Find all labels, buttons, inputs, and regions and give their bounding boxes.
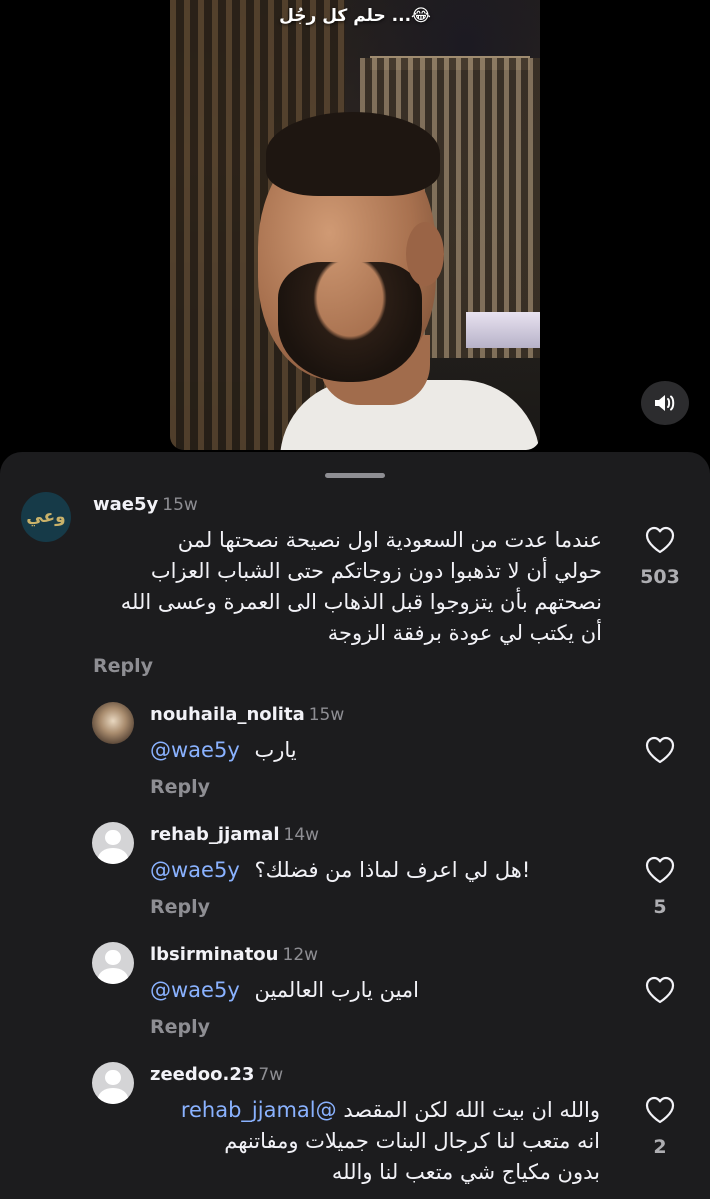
mention-link[interactable]: @wae5y — [150, 858, 240, 882]
username-text: lbsirminatou — [150, 944, 279, 965]
avatar-body-shape — [98, 848, 128, 864]
heart-icon — [645, 736, 675, 764]
like-button[interactable] — [640, 526, 680, 558]
video-caption: حلم كل رجُل ...😂 — [279, 6, 431, 26]
mention-link[interactable]: @rehab_jjamal — [181, 1098, 337, 1122]
reply-button[interactable]: Reply — [150, 896, 210, 918]
comment-reply-item: lbsirminatou 12w @wae5y امين يارب العالمي… — [0, 932, 710, 1052]
mention-link[interactable]: @wae5y — [150, 738, 240, 762]
person-hair — [266, 112, 440, 196]
comment-line: حولي أن لا تذهبوا دون زوجاتكم حتى الشباب… — [150, 559, 602, 583]
avatar-body-shape — [98, 1088, 128, 1104]
username-text: wae5y — [93, 494, 159, 515]
comment-reply-item: rehab_jjamal 14w @wae5y هل لي اعرف لماذا … — [0, 812, 710, 932]
like-button[interactable] — [640, 736, 680, 768]
comment-username[interactable]: wae5y 15w — [93, 494, 198, 515]
mute-button[interactable] — [641, 381, 689, 425]
comment-body: والله ان بيت الله لكن المقصد — [343, 1098, 600, 1122]
comment-username[interactable]: nouhaila_nolita 15w — [150, 704, 344, 725]
comment-body: يارب — [254, 738, 297, 762]
avatar-head-shape — [105, 949, 121, 965]
like-count: 5 — [653, 896, 667, 918]
comment-body: امين يارب العالمين — [254, 978, 419, 1002]
like-button[interactable] — [640, 976, 680, 1008]
lit-sign — [466, 312, 540, 348]
comment-line: انه متعب لنا كرجال البنات جميلات ومفاتنه… — [224, 1129, 600, 1153]
heart-icon — [645, 856, 675, 884]
avatar[interactable] — [92, 1062, 134, 1104]
comment-timestamp: 7w — [258, 1065, 284, 1085]
avatar[interactable] — [92, 942, 134, 984]
comment-item: وعي wae5y 15w عندما عدت من السعودية اول ن… — [0, 452, 710, 692]
person-beard — [278, 262, 422, 382]
mention-link[interactable]: @wae5y — [150, 978, 240, 1002]
reply-button[interactable]: Reply — [93, 655, 153, 677]
comments-sheet: وعي wae5y 15w عندما عدت من السعودية اول ن… — [0, 452, 710, 1199]
avatar-head-shape — [105, 1069, 121, 1085]
username-text: rehab_jjamal — [150, 824, 280, 845]
comment-line: بدون مكياج شي متعب لنا والله — [331, 1160, 600, 1184]
comment-text: @wae5y امين يارب العالمين — [150, 975, 419, 1006]
person-ear — [406, 222, 444, 286]
like-count: 503 — [640, 566, 680, 588]
like-count: 2 — [653, 1136, 667, 1158]
video-player[interactable]: حلم كل رجُل ...😂 — [170, 0, 540, 450]
comment-body: هل لي اعرف لماذا من فضلك؟! — [254, 858, 531, 882]
comment-reply-item: zeedoo.23 7w والله ان بيت الله لكن المقصد… — [0, 1052, 710, 1199]
avatar[interactable] — [92, 702, 134, 744]
comment-timestamp: 15w — [162, 495, 198, 515]
comment-reply-item: nouhaila_nolita 15w @wae5y يارب Reply — [0, 692, 710, 812]
comment-text: والله ان بيت الله لكن المقصد @rehab_jjam… — [150, 1095, 600, 1188]
like-button[interactable] — [640, 856, 680, 888]
username-text: zeedoo.23 — [150, 1064, 255, 1085]
comment-text: @wae5y هل لي اعرف لماذا من فضلك؟! — [150, 855, 530, 886]
avatar-body-shape — [98, 968, 128, 984]
comment-username[interactable]: lbsirminatou 12w — [150, 944, 318, 965]
comment-line: نصحتهم بأن يتزوجوا قبل الذهاب الى العمرة… — [120, 590, 602, 614]
avatar-head-shape — [105, 829, 121, 845]
heart-icon — [645, 1096, 675, 1124]
comment-timestamp: 15w — [308, 705, 345, 725]
reply-button[interactable]: Reply — [150, 776, 210, 798]
heart-icon — [645, 526, 675, 554]
speaker-icon — [655, 395, 675, 411]
avatar[interactable] — [92, 822, 134, 864]
like-button[interactable] — [640, 1096, 680, 1128]
comment-line: أن يكتب لي عودة برفقة الزوجة — [327, 621, 602, 645]
username-text: nouhaila_nolita — [150, 704, 305, 725]
comment-username[interactable]: zeedoo.23 7w — [150, 1064, 283, 1085]
comment-timestamp: 12w — [282, 945, 319, 965]
avatar-logo-text: وعي — [26, 507, 66, 527]
avatar[interactable]: وعي — [21, 492, 71, 542]
heart-icon — [645, 976, 675, 1004]
comment-text: عندما عدت من السعودية اول نصيحة نصحتها ل… — [82, 525, 602, 649]
comment-text: @wae5y يارب — [150, 735, 297, 766]
comment-line: عندما عدت من السعودية اول نصيحة نصحتها ل… — [177, 528, 602, 552]
comment-line: والله ان بيت الله لكن المقصد @rehab_jjam… — [150, 1095, 600, 1126]
reply-button[interactable]: Reply — [150, 1016, 210, 1038]
comment-timestamp: 14w — [283, 825, 320, 845]
comment-username[interactable]: rehab_jjamal 14w — [150, 824, 319, 845]
